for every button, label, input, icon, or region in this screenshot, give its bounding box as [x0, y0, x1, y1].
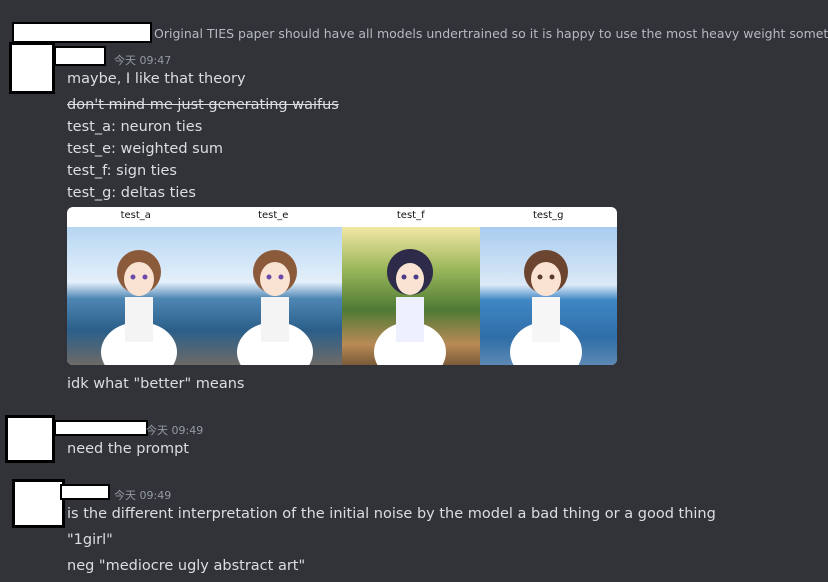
redacted-username[interactable]	[54, 46, 106, 66]
generated-image-test-g	[479, 227, 617, 365]
image-column-label: test_e	[258, 210, 289, 221]
image-column-label: test_f	[396, 210, 425, 221]
message-line: test_g: deltas ties	[67, 185, 196, 201]
message-line: "1girl"	[67, 532, 113, 548]
message-line: neg "mediocre ugly abstract art"	[67, 558, 306, 574]
avatar[interactable]	[12, 479, 65, 528]
image-column-test-g: test_g	[479, 207, 617, 365]
image-column-test-f: test_f	[342, 207, 480, 365]
message-line: test_e: weighted sum	[67, 141, 224, 157]
message-line: idk what "better" means	[67, 376, 245, 392]
avatar[interactable]	[5, 415, 55, 463]
image-attachment[interactable]: test_a test_e test_f test_g	[67, 207, 617, 365]
image-column-test-a: test_a	[67, 207, 205, 365]
message-line: need the prompt	[67, 441, 189, 457]
generated-image-test-e	[204, 227, 342, 365]
message-timestamp: 今天 09:49	[146, 424, 204, 437]
image-column-label: test_g	[532, 210, 564, 221]
message-timestamp: 今天 09:49	[114, 489, 172, 502]
redacted-username[interactable]	[60, 484, 110, 500]
generated-image-test-f	[342, 227, 480, 365]
message-line: test_a: neuron ties	[67, 119, 203, 135]
message-timestamp: 今天 09:47	[114, 54, 172, 67]
redacted-reply-author[interactable]	[12, 22, 152, 43]
reply-preview-text[interactable]: Original TIES paper should have all mode…	[154, 26, 828, 41]
message-line: maybe, I like that theory	[67, 71, 246, 87]
message-line: test_f: sign ties	[67, 163, 177, 179]
image-column-test-e: test_e	[204, 207, 342, 365]
message-line: is the different interpretation of the i…	[67, 506, 716, 522]
image-column-label: test_a	[120, 210, 151, 221]
message-line-strikethrough: don't mind me just generating waifus	[67, 97, 339, 113]
avatar[interactable]	[9, 42, 55, 94]
redacted-username[interactable]	[54, 420, 148, 436]
generated-image-test-a	[67, 227, 205, 365]
